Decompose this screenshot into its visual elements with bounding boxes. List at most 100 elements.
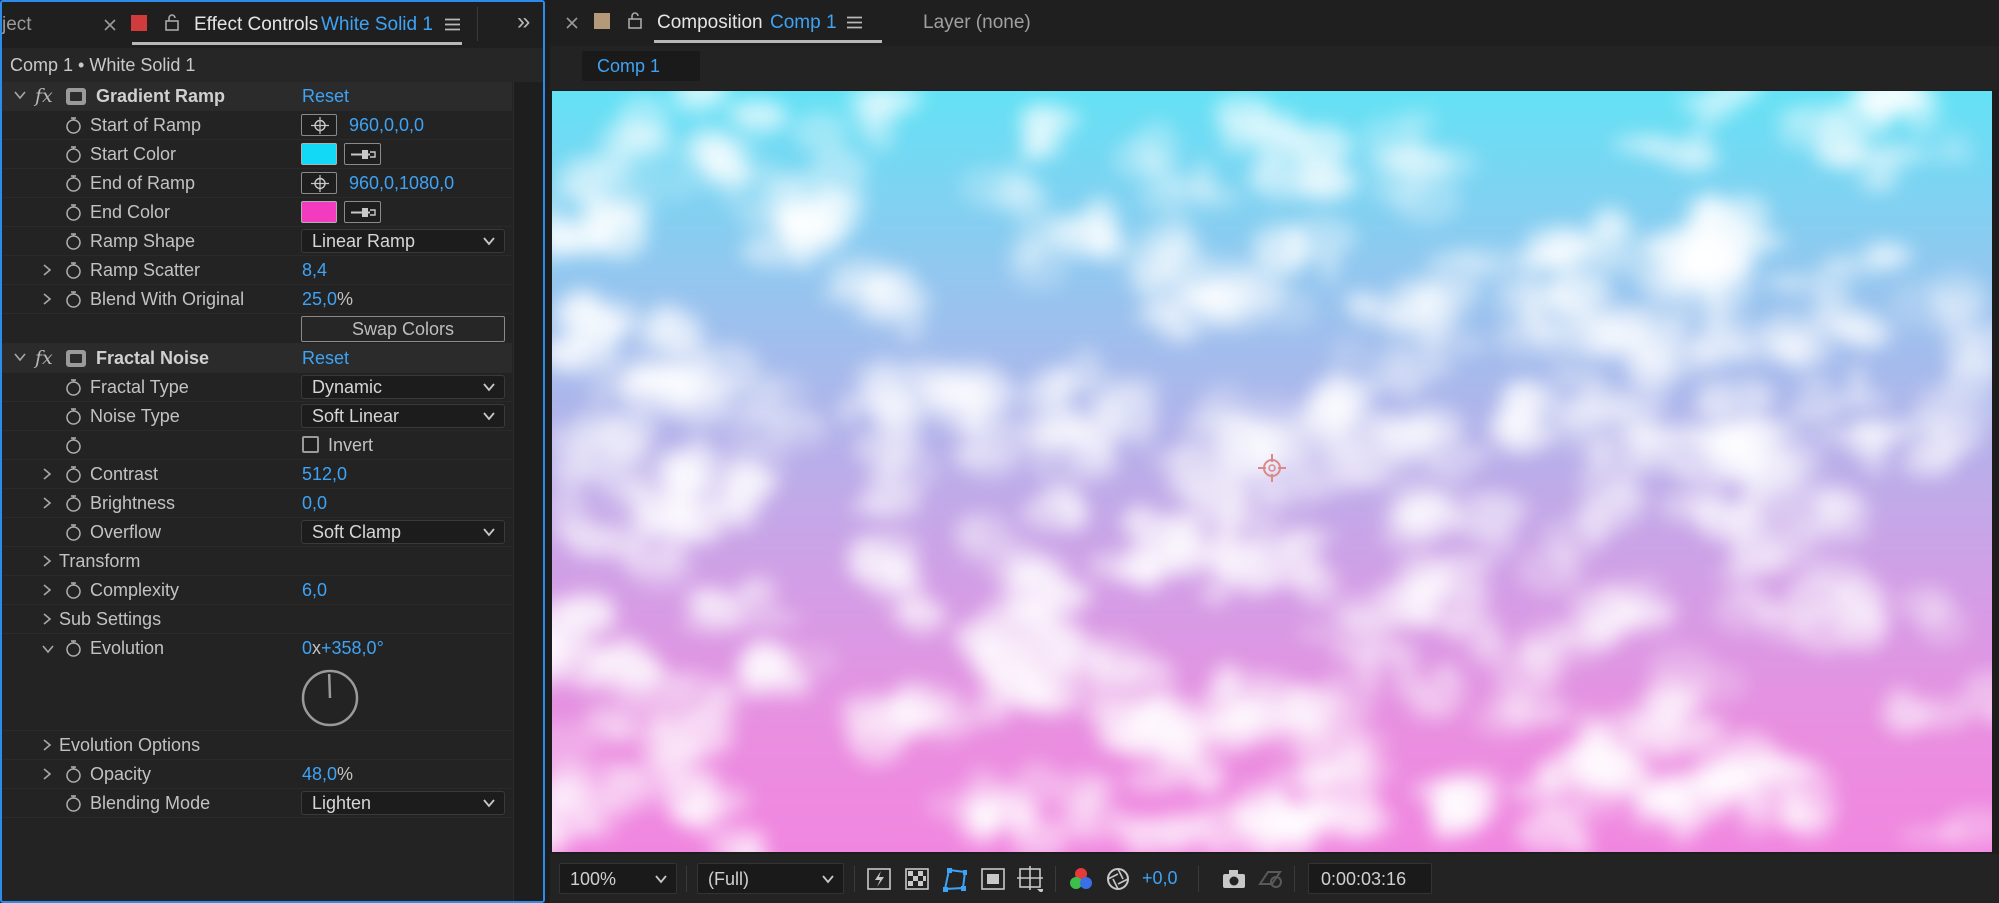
stopwatch-icon[interactable]	[65, 640, 82, 657]
stopwatch-icon[interactable]	[65, 582, 82, 599]
layer-tab-label[interactable]: Layer (none)	[923, 12, 1031, 34]
chevron-right-icon[interactable]	[42, 293, 54, 311]
point-picker-button[interactable]	[301, 114, 337, 136]
fx-icon[interactable]: fx	[35, 347, 53, 369]
property-value[interactable]: 960,0,1080,0	[349, 173, 454, 194]
comp-chip[interactable]: Comp 1	[582, 51, 700, 81]
eyedropper-button[interactable]	[344, 201, 381, 223]
stopwatch-icon[interactable]	[65, 437, 82, 454]
close-icon[interactable]	[566, 17, 578, 29]
property-value[interactable]: 0x+358,0°	[302, 638, 384, 659]
checkbox-label[interactable]: Invert	[328, 435, 373, 456]
chevron-right-icon[interactable]	[42, 739, 54, 757]
property-value[interactable]: 48,0%	[302, 764, 353, 785]
angle-dial-icon[interactable]	[300, 668, 360, 728]
chevron-right-icon[interactable]	[42, 497, 54, 515]
swap-colors-button[interactable]: Swap Colors	[301, 316, 505, 342]
fractal-type-dropdown[interactable]: Dynamic	[301, 375, 505, 399]
overflow-dropdown[interactable]: Soft Clamp	[301, 520, 505, 544]
start-color-swatch[interactable]	[301, 143, 337, 165]
stopwatch-icon[interactable]	[65, 495, 82, 512]
chevron-right-icon[interactable]	[42, 584, 54, 602]
stopwatch-icon[interactable]	[65, 524, 82, 541]
panel-menu-icon[interactable]	[847, 16, 862, 29]
resolution-dropdown[interactable]: (Full)	[697, 863, 844, 894]
timecode-display[interactable]: 0:00:03:16	[1308, 863, 1432, 894]
lock-icon[interactable]	[165, 14, 179, 31]
zoom-dropdown[interactable]: 100%	[559, 863, 677, 894]
stopwatch-icon[interactable]	[65, 117, 82, 134]
group-evolution-options[interactable]: Evolution Options	[2, 731, 512, 760]
chevron-right-icon[interactable]	[42, 555, 54, 573]
composition-name[interactable]: Comp 1	[770, 12, 837, 34]
ramp-shape-dropdown[interactable]: Linear Ramp	[301, 229, 505, 253]
effect-gradient-ramp[interactable]: fx Gradient Ramp Reset	[2, 82, 512, 111]
chevron-down-icon[interactable]	[42, 644, 54, 662]
stopwatch-icon[interactable]	[65, 291, 82, 308]
effect-controls-tab-label[interactable]: Effect Controls	[194, 14, 318, 36]
lock-icon[interactable]	[628, 12, 642, 29]
label-color-swatch[interactable]	[594, 13, 610, 29]
project-tab-label[interactable]: ject	[2, 14, 32, 36]
exposure-value[interactable]: +0,0	[1142, 868, 1178, 889]
reset-button[interactable]: Reset	[302, 348, 349, 369]
noise-type-dropdown[interactable]: Soft Linear	[301, 404, 505, 428]
stopwatch-icon[interactable]	[65, 204, 82, 221]
group-sub-settings[interactable]: Sub Settings	[2, 605, 512, 634]
active-tab-indicator	[654, 40, 882, 43]
stopwatch-icon[interactable]	[65, 379, 82, 396]
show-snapshot-icon[interactable]	[1256, 866, 1282, 892]
panel-menu-icon[interactable]	[445, 18, 460, 31]
stopwatch-icon[interactable]	[65, 175, 82, 192]
composition-viewer[interactable]	[550, 90, 1999, 854]
tab-overflow-icon[interactable]: »	[517, 8, 530, 36]
chevron-right-icon[interactable]	[42, 264, 54, 282]
snapshot-camera-icon[interactable]	[1221, 866, 1247, 892]
cloud-blob	[948, 447, 1020, 465]
stopwatch-icon[interactable]	[65, 262, 82, 279]
invert-checkbox[interactable]	[302, 436, 319, 453]
grid-guides-icon[interactable]	[1017, 866, 1043, 892]
property-value[interactable]: 0,0	[302, 493, 327, 514]
mask-path-visibility-icon[interactable]	[941, 866, 967, 892]
chevron-right-icon[interactable]	[42, 768, 54, 786]
property-value[interactable]: 960,0,0,0	[349, 115, 424, 136]
fx-icon[interactable]: fx	[35, 85, 53, 107]
cloud-blob	[603, 717, 645, 743]
chevron-right-icon[interactable]	[42, 613, 54, 631]
stopwatch-icon[interactable]	[65, 795, 82, 812]
vertical-scrollbar[interactable]	[513, 82, 543, 901]
cloud-blob	[1783, 789, 1839, 826]
blending-mode-dropdown[interactable]: Lighten	[301, 791, 505, 815]
stopwatch-icon[interactable]	[65, 233, 82, 250]
stopwatch-icon[interactable]	[65, 766, 82, 783]
effect-fractal-noise[interactable]: fx Fractal Noise Reset	[2, 344, 512, 373]
group-transform[interactable]: Transform	[2, 547, 512, 576]
effect-controls-layer-name[interactable]: White Solid 1	[321, 14, 433, 36]
fast-previews-icon[interactable]	[866, 866, 892, 892]
close-icon[interactable]	[104, 19, 116, 31]
stopwatch-icon[interactable]	[65, 466, 82, 483]
chevron-right-icon[interactable]	[42, 468, 54, 486]
stopwatch-icon[interactable]	[65, 146, 82, 163]
chevron-down-icon[interactable]	[14, 352, 26, 370]
composition-tab-label[interactable]: Composition	[657, 12, 763, 34]
property-value[interactable]: 6,0	[302, 580, 327, 601]
reset-button[interactable]: Reset	[302, 86, 349, 107]
end-color-swatch[interactable]	[301, 201, 337, 223]
anchor-point-icon[interactable]	[1256, 452, 1288, 484]
property-value[interactable]: 8,4	[302, 260, 327, 281]
region-of-interest-icon[interactable]	[980, 866, 1006, 892]
label-color-swatch[interactable]	[131, 15, 147, 31]
eyedropper-button[interactable]	[344, 143, 381, 165]
transparency-grid-icon[interactable]	[904, 866, 930, 892]
point-picker-button[interactable]	[301, 172, 337, 194]
stopwatch-icon[interactable]	[65, 408, 82, 425]
property-value[interactable]: 512,0	[302, 464, 347, 485]
channel-rgb-icon[interactable]	[1068, 866, 1094, 892]
cloud-blob	[1329, 336, 1367, 368]
chevron-down-icon[interactable]	[14, 90, 26, 108]
composition-canvas[interactable]	[552, 91, 1992, 852]
reset-exposure-icon[interactable]	[1105, 866, 1131, 892]
property-value[interactable]: 25,0%	[302, 289, 353, 310]
